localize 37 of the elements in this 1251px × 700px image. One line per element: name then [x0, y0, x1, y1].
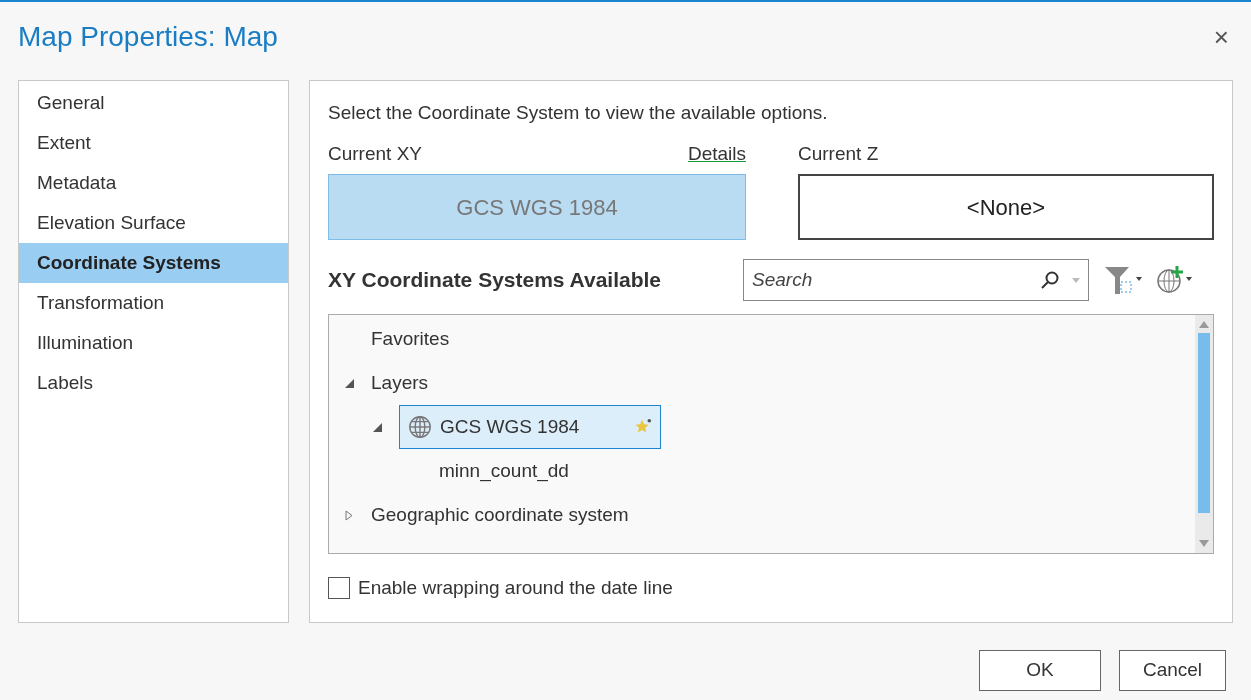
tree-item[interactable]: GCS WGS 1984: [399, 405, 661, 449]
section-heading: XY Coordinate Systems Available: [328, 267, 663, 294]
dialog-button[interactable]: Cancel: [1119, 650, 1226, 691]
close-button[interactable]: ×: [1209, 17, 1233, 57]
instructions-text: Select the Coordinate System to view the available options.: [328, 101, 829, 125]
current-z-box[interactable]: <None>: [798, 174, 1214, 240]
sidebar-item[interactable]: Metadata: [19, 163, 288, 203]
sidebar-item[interactable]: Transformation: [19, 283, 288, 323]
checkbox-label: Enable wrapping around the date line: [358, 576, 673, 600]
collapsed-triangle-icon[interactable]: [345, 509, 353, 521]
checkbox[interactable]: [328, 577, 350, 600]
sidebar-item[interactable]: Extent: [19, 123, 288, 163]
dropdown-caret-icon[interactable]: [1072, 277, 1080, 283]
sidebar-item[interactable]: Elevation Surface: [19, 203, 288, 243]
scrollbar[interactable]: [1195, 315, 1213, 553]
sidebar-item[interactable]: Coordinate Systems: [19, 243, 288, 283]
scroll-down-icon[interactable]: [1199, 539, 1209, 549]
tree-item[interactable]: Geographic coordinate system: [371, 500, 629, 530]
search-box[interactable]: Search: [743, 259, 1089, 301]
sidebar-item[interactable]: Labels: [19, 363, 288, 403]
dialog-button[interactable]: OK: [979, 650, 1101, 691]
tree-item[interactable]: Layers: [371, 368, 429, 398]
field-label: Current Z: [798, 141, 880, 166]
sidebar-item[interactable]: General: [19, 83, 288, 123]
sidebar-item[interactable]: Illumination: [19, 323, 288, 363]
details-link[interactable]: Details: [687, 139, 746, 168]
tree-item[interactable]: Favorites: [371, 324, 450, 354]
window-title: Map Properties: Map: [18, 20, 278, 54]
expanded-triangle-icon[interactable]: [345, 378, 354, 388]
globe-add-icon[interactable]: [1155, 264, 1195, 296]
expanded-triangle-icon[interactable]: [373, 422, 382, 432]
tree-item[interactable]: minn_count_dd: [427, 456, 569, 486]
search-field[interactable]: Search: [752, 265, 1040, 295]
scroll-up-icon[interactable]: [1199, 319, 1209, 329]
globe-icon: [408, 415, 432, 439]
search-icon[interactable]: [1040, 270, 1060, 290]
field-label: Current XY: [328, 141, 422, 166]
